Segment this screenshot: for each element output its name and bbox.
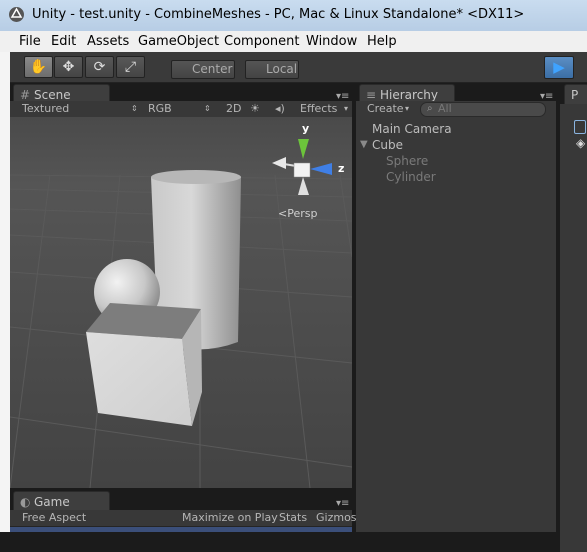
hand-tool-icon[interactable]: ✋ bbox=[24, 56, 53, 78]
create-dropdown[interactable]: Create bbox=[367, 101, 404, 117]
dropdown-arrow-icon: ⇕ bbox=[204, 104, 211, 113]
dropdown-arrow-icon: ▾ bbox=[405, 104, 410, 113]
scene-render bbox=[10, 117, 352, 488]
unity-scene-icon[interactable]: ◈ bbox=[576, 136, 585, 150]
scene-control-bar: Textured ⇕ RGB ⇕ 2D ☀ ◂) Effects ▾ bbox=[10, 101, 352, 118]
project-tab-label: P bbox=[571, 88, 579, 102]
stats-toggle[interactable]: Stats bbox=[279, 510, 307, 526]
hierarchy-item-sphere[interactable]: Sphere bbox=[386, 154, 428, 168]
game-panel-menu-icon[interactable]: ▾≡ bbox=[336, 498, 349, 509]
aspect-dropdown[interactable]: Free Aspect bbox=[22, 510, 86, 526]
play-button[interactable]: ▶ bbox=[544, 56, 574, 79]
menu-bar: File Edit Assets GameObject Component Wi… bbox=[0, 31, 587, 53]
move-tool-icon[interactable]: ✥ bbox=[54, 56, 83, 78]
lighting-toggle-icon[interactable]: ☀ bbox=[250, 101, 260, 117]
menu-component[interactable]: Component bbox=[224, 34, 299, 49]
menu-assets[interactable]: Assets bbox=[87, 34, 129, 49]
pivot-center-toggle[interactable]: Center bbox=[171, 60, 235, 79]
search-placeholder: All bbox=[438, 102, 452, 115]
scale-tool-icon[interactable]: ⤢ bbox=[116, 56, 145, 78]
menu-window[interactable]: Window bbox=[306, 34, 357, 49]
hierarchy-control-bar: Create ▾ ⌕ All bbox=[356, 101, 556, 118]
hierarchy-panel: Main Camera ▼ Cube Sphere Cylinder bbox=[356, 117, 556, 532]
menu-edit[interactable]: Edit bbox=[51, 34, 76, 49]
effects-dropdown[interactable]: Effects bbox=[300, 101, 337, 117]
center-label: Center bbox=[192, 62, 233, 76]
hierarchy-search-field[interactable]: ⌕ All bbox=[420, 102, 546, 117]
rotate-tool-icon[interactable]: ⟳ bbox=[85, 56, 114, 78]
tab-game[interactable]: ◐ Game bbox=[13, 491, 110, 512]
persp-label[interactable]: <Persp bbox=[278, 207, 317, 220]
window-title: Unity - test.unity - CombineMeshes - PC,… bbox=[32, 7, 525, 22]
game-control-bar: Free Aspect Maximize on Play Stats Gizmo… bbox=[10, 510, 357, 527]
title-bar: Unity - test.unity - CombineMeshes - PC,… bbox=[0, 0, 587, 32]
gizmo-y-label: y bbox=[302, 122, 310, 135]
unity-logo-icon bbox=[9, 7, 24, 22]
main-toolbar: ✋ ✥ ⟳ ⤢ Center Local ▶ bbox=[10, 52, 587, 83]
maximize-on-play-toggle[interactable]: Maximize on Play bbox=[182, 510, 278, 526]
dropdown-arrow-icon: ▾ bbox=[344, 104, 349, 113]
asset-icon[interactable] bbox=[574, 120, 586, 134]
persp-arrow-icon: < bbox=[278, 207, 288, 220]
local-label: Local bbox=[266, 62, 298, 76]
gizmo-z-label: z bbox=[338, 162, 345, 175]
dropdown-arrow-icon: ⇕ bbox=[131, 104, 138, 113]
toggle-2d-button[interactable]: 2D bbox=[226, 101, 241, 117]
left-edge-strip bbox=[0, 52, 10, 532]
search-icon: ⌕ bbox=[427, 103, 433, 114]
scene-viewport[interactable]: y z <Persp bbox=[10, 117, 352, 488]
game-view bbox=[10, 527, 352, 532]
gizmos-dropdown[interactable]: Gizmos bbox=[316, 510, 357, 526]
hierarchy-item-cylinder[interactable]: Cylinder bbox=[386, 170, 436, 184]
game-controller-icon: ◐ bbox=[20, 495, 31, 509]
menu-file[interactable]: File bbox=[19, 34, 41, 49]
pivot-local-toggle[interactable]: Local bbox=[245, 60, 299, 79]
shading-dropdown[interactable]: Textured bbox=[22, 101, 69, 117]
hierarchy-item-main-camera[interactable]: Main Camera bbox=[372, 122, 452, 136]
menu-gameobject[interactable]: GameObject bbox=[138, 34, 219, 49]
expand-triangle-icon[interactable]: ▼ bbox=[360, 139, 368, 150]
render-mode-dropdown[interactable]: RGB bbox=[148, 101, 172, 117]
tab-project[interactable]: P bbox=[564, 84, 587, 105]
project-panel: ◈ bbox=[560, 104, 587, 552]
audio-toggle-icon[interactable]: ◂) bbox=[275, 101, 285, 117]
game-tab-label: Game bbox=[34, 495, 70, 509]
hierarchy-item-cube[interactable]: Cube bbox=[372, 138, 403, 152]
persp-text: Persp bbox=[287, 207, 318, 220]
menu-help[interactable]: Help bbox=[367, 34, 397, 49]
